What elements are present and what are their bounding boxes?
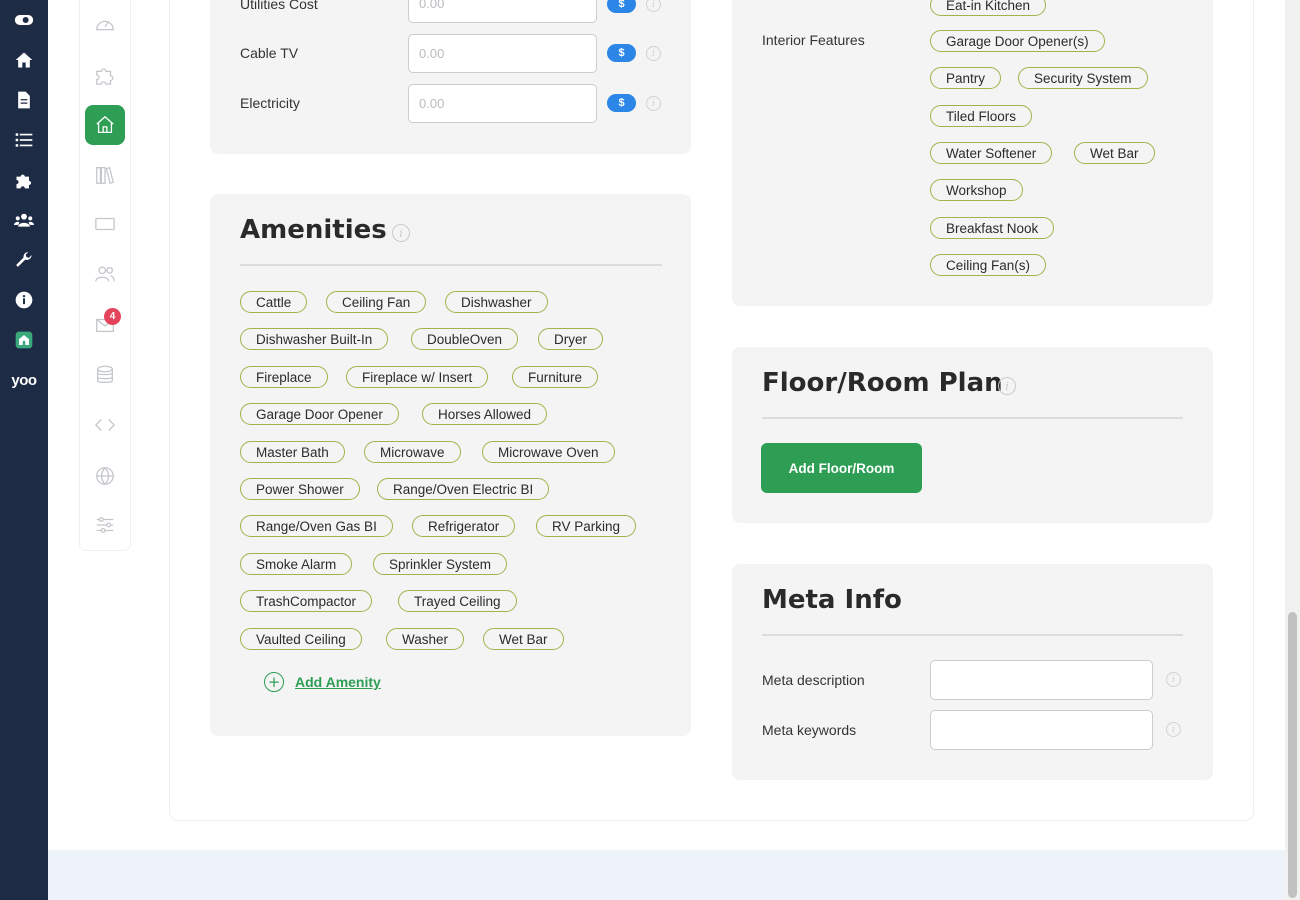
amenity-chip[interactable]: Wet Bar: [483, 628, 564, 650]
cost-label: Cable TV: [240, 45, 299, 61]
meta-keywords-label: Meta keywords: [762, 722, 857, 738]
amenity-chip[interactable]: Dryer: [538, 328, 603, 350]
currency-button[interactable]: $: [607, 44, 636, 62]
amenity-chip[interactable]: Refrigerator: [412, 515, 516, 537]
plus-circle-icon: +: [264, 672, 284, 692]
amenity-chip[interactable]: Range/Oven Gas BI: [240, 515, 393, 537]
currency-button[interactable]: $: [607, 0, 636, 13]
amenity-chip[interactable]: TrashCompactor: [240, 590, 373, 612]
amenity-chip[interactable]: Microwave Oven: [482, 441, 615, 463]
section-divider: [240, 264, 662, 266]
amenity-chip[interactable]: Trayed Ceiling: [398, 590, 517, 612]
cost-label: Utilities Cost: [240, 0, 318, 12]
document-icon[interactable]: [12, 88, 36, 112]
amenity-chip[interactable]: RV Parking: [536, 515, 637, 537]
globe-icon[interactable]: [85, 456, 125, 496]
cost-label: Electricity: [240, 95, 300, 111]
feature-chip[interactable]: Wet Bar: [1074, 142, 1155, 164]
page-scrollbar[interactable]: [1285, 0, 1300, 900]
amenities-card: [210, 194, 691, 736]
books-icon[interactable]: [85, 155, 125, 195]
secondary-sidebar: 4: [80, 0, 130, 550]
amenity-chip[interactable]: Fireplace: [240, 366, 328, 388]
amenity-chip[interactable]: Dishwasher: [445, 291, 548, 313]
wrench-icon[interactable]: [12, 248, 36, 272]
list-icon[interactable]: [12, 128, 36, 152]
feature-chip[interactable]: Water Softener: [930, 142, 1053, 164]
interior-features-label: Interior Features: [762, 32, 865, 48]
meta-description-label: Meta description: [762, 672, 865, 688]
amenity-chip[interactable]: Microwave: [364, 441, 461, 463]
app-rail: yoo: [0, 0, 48, 900]
info-icon[interactable]: i: [998, 377, 1016, 395]
feature-chip[interactable]: Eat-in Kitchen: [930, 0, 1047, 16]
info-icon[interactable]: [12, 288, 36, 312]
utilities-cost-input[interactable]: 0.00: [408, 0, 597, 23]
add-amenity-button[interactable]: + Add Amenity: [264, 672, 381, 692]
scrollbar-thumb[interactable]: [1288, 612, 1297, 898]
puzzle-icon[interactable]: [12, 168, 36, 192]
database-icon[interactable]: [85, 355, 125, 395]
feature-chip[interactable]: Workshop: [930, 179, 1023, 201]
amenity-chip[interactable]: Ceiling Fan: [326, 291, 427, 313]
mail-icon[interactable]: 4: [85, 305, 125, 345]
card-icon[interactable]: [85, 204, 125, 244]
sliders-icon[interactable]: [85, 505, 125, 545]
feature-chip[interactable]: Tiled Floors: [930, 105, 1033, 127]
amenity-chip[interactable]: Washer: [386, 628, 465, 650]
info-icon[interactable]: i: [646, 96, 661, 111]
people-icon[interactable]: [85, 254, 125, 294]
home-icon[interactable]: [12, 48, 36, 72]
amenity-chip[interactable]: Cattle: [240, 291, 308, 313]
section-divider: [762, 417, 1183, 419]
feature-chip[interactable]: Ceiling Fan(s): [930, 254, 1047, 276]
toggle-icon[interactable]: [12, 8, 36, 32]
gauge-icon[interactable]: [85, 5, 125, 45]
amenity-chip[interactable]: Vaulted Ceiling: [240, 628, 362, 650]
feature-chip[interactable]: Garage Door Opener(s): [930, 30, 1105, 52]
feature-chip[interactable]: Pantry: [930, 67, 1002, 89]
yoo-logo-icon[interactable]: yoo: [10, 368, 38, 392]
feature-chip[interactable]: Security System: [1018, 67, 1148, 89]
add-amenity-label: Add Amenity: [295, 674, 381, 690]
floor-plan-title: Floor/Room Plan: [762, 368, 1003, 398]
info-icon[interactable]: i: [392, 224, 410, 242]
mail-badge: 4: [104, 308, 121, 325]
amenity-chip[interactable]: Fireplace w/ Insert: [346, 366, 489, 388]
costs-card: [210, 0, 691, 154]
amenities-title: Amenities: [240, 215, 387, 245]
page-footer-area: [48, 850, 1285, 900]
amenity-chip[interactable]: Furniture: [512, 366, 599, 388]
cable-tv-input[interactable]: 0.00: [408, 34, 597, 73]
amenity-chip[interactable]: Sprinkler System: [373, 553, 508, 575]
amenity-chip[interactable]: Garage Door Opener: [240, 403, 399, 425]
electricity-input[interactable]: 0.00: [408, 84, 597, 123]
info-icon[interactable]: i: [1166, 672, 1181, 687]
amenity-chip[interactable]: Smoke Alarm: [240, 553, 353, 575]
meta-description-input[interactable]: [930, 660, 1153, 700]
amenity-chip[interactable]: Master Bath: [240, 441, 345, 463]
amenity-chip[interactable]: Horses Allowed: [422, 403, 548, 425]
add-floor-room-button[interactable]: Add Floor/Room: [761, 443, 922, 493]
home-outline-icon[interactable]: [85, 105, 125, 145]
currency-button[interactable]: $: [607, 94, 636, 112]
amenity-chip[interactable]: DoubleOven: [411, 328, 519, 350]
meta-info-title: Meta Info: [762, 585, 902, 615]
amenity-chip[interactable]: Power Shower: [240, 478, 360, 500]
amenity-chip[interactable]: Dishwasher Built-In: [240, 328, 389, 350]
meta-keywords-input[interactable]: [930, 710, 1153, 750]
info-icon[interactable]: i: [1166, 722, 1181, 737]
amenity-chip[interactable]: Range/Oven Electric BI: [377, 478, 550, 500]
info-icon[interactable]: i: [646, 46, 661, 61]
code-icon[interactable]: [85, 405, 125, 445]
puzzle-outline-icon[interactable]: [85, 55, 125, 95]
section-divider: [762, 634, 1183, 636]
feature-chip[interactable]: Breakfast Nook: [930, 217, 1055, 239]
users-icon[interactable]: [12, 208, 36, 232]
house-app-icon[interactable]: [12, 328, 36, 352]
